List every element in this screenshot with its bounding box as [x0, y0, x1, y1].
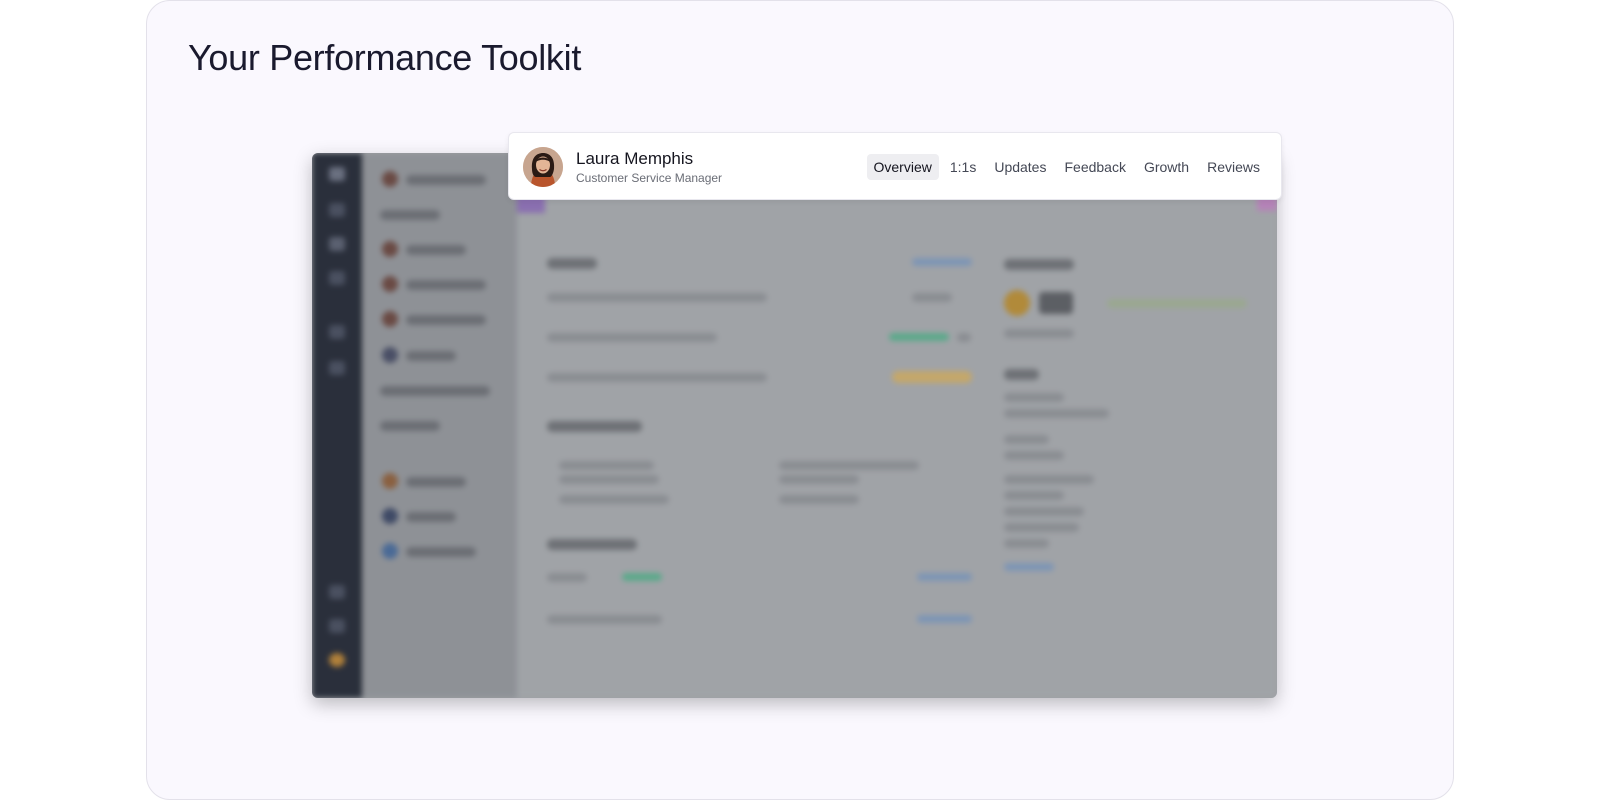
- profile-tabs: Overview 1:1s Updates Feedback Growth Re…: [866, 154, 1268, 180]
- avatar[interactable]: [523, 147, 563, 187]
- app-rail: [312, 153, 362, 698]
- tab-one-on-ones[interactable]: 1:1s: [943, 154, 983, 180]
- tab-updates[interactable]: Updates: [987, 154, 1053, 180]
- app-preview-blurred: [312, 153, 1277, 698]
- avatar-portrait-icon: [523, 147, 563, 187]
- tab-growth[interactable]: Growth: [1137, 154, 1196, 180]
- page-title: Your Performance Toolkit: [188, 37, 582, 78]
- profile-name: Laura Memphis: [576, 149, 694, 168]
- profile-header: Laura Memphis Customer Service Manager O…: [508, 132, 1282, 200]
- tab-overview[interactable]: Overview: [866, 154, 939, 180]
- profile-role: Customer Service Manager: [576, 171, 723, 185]
- app-sidebar: [362, 153, 517, 698]
- app-preview-content: [312, 153, 1277, 698]
- tab-feedback[interactable]: Feedback: [1057, 154, 1132, 180]
- tab-reviews[interactable]: Reviews: [1200, 154, 1267, 180]
- performance-toolkit-card: Your Performance Toolkit Laura Memphis C…: [146, 0, 1454, 800]
- app-main: [517, 153, 1277, 698]
